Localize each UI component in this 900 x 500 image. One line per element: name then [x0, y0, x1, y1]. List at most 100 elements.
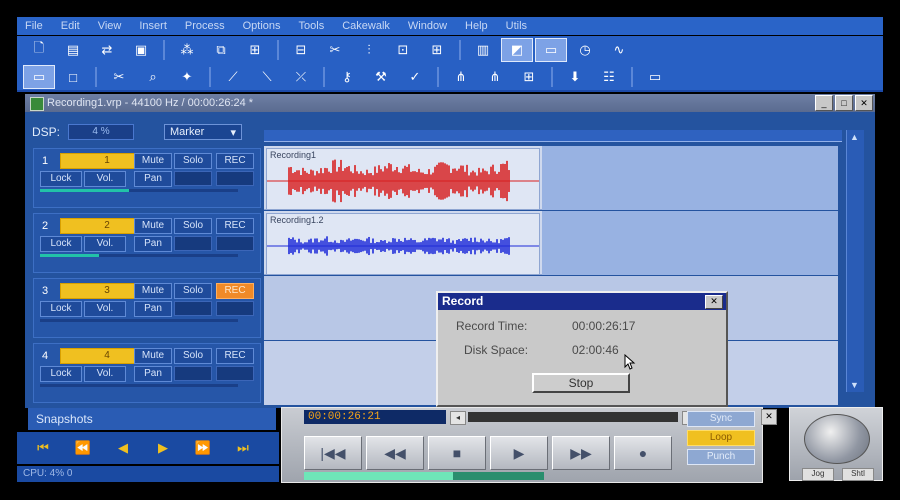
volume-button[interactable]: Vol.	[84, 171, 126, 187]
step-back-icon[interactable]: ◀	[103, 436, 143, 460]
solo-button[interactable]: Solo	[174, 348, 212, 364]
zoom-icon[interactable]: ⌕	[137, 65, 169, 89]
wave-icon[interactable]: ∿	[603, 38, 635, 62]
menu-item-cakewalk[interactable]: Cakewalk	[342, 20, 390, 32]
document-titlebar[interactable]: Recording1.vrp - 44100 Hz / 00:00:26:24 …	[25, 94, 875, 112]
open-file-icon[interactable]: ▤	[57, 38, 89, 62]
solo-button[interactable]: Solo	[174, 218, 212, 234]
jog-label[interactable]: Jog	[802, 468, 834, 481]
new-file-icon[interactable]: 🗋	[23, 38, 55, 62]
rec-button[interactable]: REC	[216, 348, 254, 364]
menu-item-window[interactable]: Window	[408, 20, 447, 32]
import-icon[interactable]: ⇄	[91, 38, 123, 62]
pointer-icon[interactable]: ✦	[171, 65, 203, 89]
mode-button-sync[interactable]: Sync	[687, 411, 755, 427]
lane-empty-area[interactable]	[542, 146, 838, 210]
rec-button[interactable]: REC	[216, 218, 254, 234]
rec-button[interactable]: REC	[216, 153, 254, 169]
menu-item-process[interactable]: Process	[185, 20, 225, 32]
align-icon[interactable]: ⫶	[353, 38, 385, 62]
rewind-icon[interactable]: ⏪	[63, 436, 103, 460]
lane-empty-area[interactable]	[542, 211, 838, 275]
jog-knob[interactable]	[804, 414, 870, 464]
fast-forward-icon[interactable]: ⏩	[183, 436, 223, 460]
volume-fader[interactable]	[40, 384, 238, 387]
solo-button[interactable]: Solo	[174, 153, 212, 169]
scroll-down-icon[interactable]: ▼	[850, 380, 859, 390]
menu-item-file[interactable]: File	[25, 20, 43, 32]
mixer-icon[interactable]: ⊟	[285, 38, 317, 62]
snap-icon[interactable]: ◩	[501, 38, 533, 62]
region-tool-icon[interactable]: □	[57, 65, 89, 89]
fade-out-icon[interactable]: ⟍	[251, 65, 283, 89]
window-icon[interactable]: ▭	[639, 65, 671, 89]
menu-item-tools[interactable]: Tools	[299, 20, 325, 32]
clipboard-icon[interactable]: ▭	[535, 38, 567, 62]
record-button[interactable]: ●	[614, 436, 672, 470]
solo-button[interactable]: Solo	[174, 283, 212, 299]
lock-button[interactable]: Lock	[40, 301, 82, 317]
tools-icon[interactable]: ⚒	[365, 65, 397, 89]
go-to-end-icon[interactable]: ⏭	[223, 436, 263, 460]
audio-clip[interactable]: Recording1.2	[266, 213, 540, 275]
transport-seek-bar[interactable]	[468, 412, 678, 422]
timeline-ruler[interactable]	[264, 130, 842, 142]
cut-icon[interactable]: ⁂	[171, 38, 203, 62]
menu-item-view[interactable]: View	[98, 20, 122, 32]
insert-icon[interactable]: ⊡	[387, 38, 419, 62]
vertical-scrollbar[interactable]: ▲ ▼	[846, 130, 864, 392]
scroll-up-icon[interactable]: ▲	[850, 132, 859, 142]
volume-fader[interactable]	[40, 189, 238, 192]
select-tool-icon[interactable]: ▭	[23, 65, 55, 89]
volume-button[interactable]: Vol.	[84, 236, 126, 252]
play-button[interactable]: ▶	[490, 436, 548, 470]
lock-button[interactable]: Lock	[40, 171, 82, 187]
lock-button[interactable]: Lock	[40, 366, 82, 382]
stop-button[interactable]: Stop	[532, 373, 630, 393]
mode-close-icon[interactable]: ✕	[761, 409, 777, 425]
go-to-start-button[interactable]: |◀◀	[304, 436, 362, 470]
save-icon[interactable]: ▣	[125, 38, 157, 62]
menu-item-options[interactable]: Options	[243, 20, 281, 32]
minimize-button[interactable]: _	[815, 95, 833, 111]
pan-button[interactable]: Pan	[134, 236, 172, 252]
track-lane-2[interactable]: Recording1.2	[264, 211, 838, 275]
track-lane-1[interactable]: Recording1	[264, 146, 838, 210]
key-icon[interactable]: ⚷	[331, 65, 363, 89]
volume-fader[interactable]	[40, 319, 238, 322]
paste-icon[interactable]: ⊞	[239, 38, 271, 62]
lock-button[interactable]: Lock	[40, 236, 82, 252]
split-icon[interactable]: ✂	[319, 38, 351, 62]
matrix-icon[interactable]: ⊞	[513, 65, 545, 89]
fade-in-icon[interactable]: ⟋	[217, 65, 249, 89]
transport-small-button[interactable]: ◂	[450, 411, 466, 425]
copy-icon[interactable]: ⧉	[205, 38, 237, 62]
volume-button[interactable]: Vol.	[84, 301, 126, 317]
dialog-close-button[interactable]: ✕	[705, 295, 723, 309]
go-to-start-icon[interactable]: ⏮	[23, 436, 63, 460]
stop-transport-button[interactable]: ■	[428, 436, 486, 470]
scissors-icon[interactable]: ✂	[103, 65, 135, 89]
pan-button[interactable]: Pan	[134, 171, 172, 187]
pan-button[interactable]: Pan	[134, 366, 172, 382]
crossfade-icon[interactable]: ⤫	[285, 65, 317, 89]
audio-clip[interactable]: Recording1	[266, 148, 540, 210]
rec-button[interactable]: REC	[216, 283, 254, 299]
network-icon[interactable]: ⋔	[445, 65, 477, 89]
menu-item-help[interactable]: Help	[465, 20, 488, 32]
marker-select[interactable]: Marker ▾	[164, 124, 243, 140]
mode-button-punch[interactable]: Punch	[687, 449, 755, 465]
mute-button[interactable]: Mute	[134, 218, 172, 234]
down-arrow-icon[interactable]: ⬇	[559, 65, 591, 89]
volume-fader[interactable]	[40, 254, 238, 257]
mode-button-loop[interactable]: Loop	[687, 430, 755, 446]
mute-button[interactable]: Mute	[134, 283, 172, 299]
maximize-button[interactable]: □	[835, 95, 853, 111]
step-forward-icon[interactable]: ▶	[143, 436, 183, 460]
bars-icon[interactable]: ▥	[467, 38, 499, 62]
snapshots-bar[interactable]: Snapshots	[28, 408, 276, 430]
shuttle-label[interactable]: Shtl	[842, 468, 874, 481]
menu-item-utils[interactable]: Utils	[506, 20, 527, 32]
check-icon[interactable]: ✓	[399, 65, 431, 89]
mute-button[interactable]: Mute	[134, 153, 172, 169]
